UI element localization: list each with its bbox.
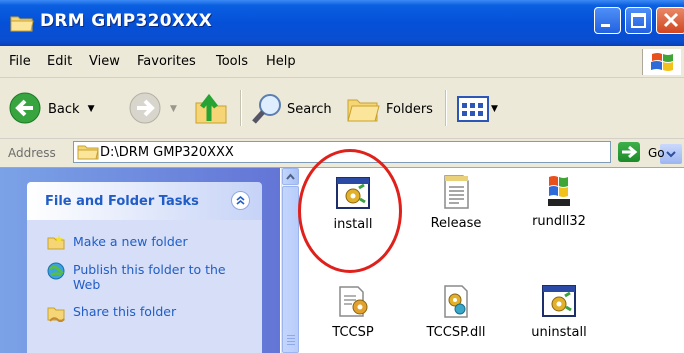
file-name: uninstall bbox=[531, 325, 587, 340]
new-folder-icon bbox=[47, 235, 65, 250]
chevron-up-icon bbox=[286, 173, 295, 180]
tasks-title: File and Folder Tasks bbox=[45, 194, 199, 209]
file-item-tccsp[interactable]: TCCSP bbox=[308, 283, 398, 340]
explorer-window: DRM GMP320XXX File Edit View Favorites T… bbox=[0, 0, 684, 353]
collapse-tasks-button[interactable] bbox=[231, 191, 250, 210]
window-title: DRM GMP320XXX bbox=[40, 11, 213, 31]
task-label: Publish this folder to the Web bbox=[73, 262, 226, 292]
file-item-rundll32[interactable]: rundll32 bbox=[514, 172, 604, 229]
title-bar[interactable]: DRM GMP320XXX bbox=[0, 0, 684, 46]
views-button[interactable]: ▼ bbox=[457, 95, 498, 123]
grip-line bbox=[287, 344, 295, 345]
address-value: D:\DRM GMP320XXX bbox=[100, 145, 234, 160]
back-button[interactable]: Back ▼ bbox=[8, 91, 94, 127]
tasks-header[interactable]: File and Folder Tasks bbox=[27, 182, 262, 220]
folder-icon bbox=[10, 16, 34, 32]
task-label: Share this folder bbox=[73, 304, 177, 319]
windows-flag-logo bbox=[642, 49, 681, 75]
forward-dropdown-arrow-icon[interactable]: ▼ bbox=[170, 104, 177, 114]
menu-view[interactable]: View bbox=[89, 54, 120, 69]
tasks-body: Make a new folder Publish this folder to… bbox=[27, 220, 262, 353]
toolbar-separator bbox=[240, 90, 242, 126]
up-folder-button[interactable] bbox=[193, 91, 231, 127]
menu-tools[interactable]: Tools bbox=[216, 54, 248, 69]
search-button[interactable]: Search bbox=[251, 91, 332, 127]
close-button[interactable] bbox=[656, 7, 684, 34]
double-chevron-up-icon bbox=[236, 195, 245, 205]
menu-help[interactable]: Help bbox=[266, 54, 296, 69]
task-share-folder[interactable]: Share this folder bbox=[47, 304, 176, 322]
search-label: Search bbox=[287, 101, 332, 117]
menu-edit[interactable]: Edit bbox=[47, 54, 72, 69]
scroll-up-button[interactable] bbox=[282, 168, 299, 185]
task-label: Make a new folder bbox=[73, 234, 188, 249]
go-arrow-icon bbox=[622, 145, 638, 159]
task-make-new-folder[interactable]: Make a new folder bbox=[47, 234, 188, 250]
folders-label: Folders bbox=[386, 101, 433, 117]
file-name: rundll32 bbox=[532, 214, 586, 229]
menu-bar: File Edit View Favorites Tools Help bbox=[0, 46, 684, 78]
grip-line bbox=[287, 335, 295, 336]
menu-favorites[interactable]: Favorites bbox=[137, 54, 196, 69]
search-icon bbox=[252, 94, 281, 124]
go-button[interactable] bbox=[618, 142, 640, 162]
grip-line bbox=[287, 341, 295, 342]
task-pane: File and Folder Tasks Make a new folder bbox=[0, 168, 280, 353]
go-label[interactable]: Go bbox=[648, 146, 665, 160]
dll-file-icon bbox=[444, 285, 468, 318]
forward-button[interactable]: ▼ bbox=[128, 91, 177, 127]
minimize-button[interactable] bbox=[594, 7, 621, 34]
minimize-icon bbox=[601, 24, 610, 27]
file-name: TCCSP.dll bbox=[426, 325, 486, 340]
file-name: Release bbox=[430, 216, 482, 231]
back-label: Back bbox=[48, 101, 80, 117]
task-publish-folder[interactable]: Publish this folder to the Web bbox=[47, 262, 233, 292]
vertical-scrollbar[interactable] bbox=[281, 168, 299, 353]
windows-logo-icon bbox=[548, 176, 570, 206]
share-folder-icon bbox=[47, 307, 65, 322]
grip-line bbox=[287, 338, 295, 339]
file-item-release[interactable]: Release bbox=[411, 174, 501, 231]
file-item-tccsp-dll[interactable]: TCCSP.dll bbox=[411, 283, 501, 340]
scroll-thumb[interactable] bbox=[282, 186, 299, 353]
config-document-icon bbox=[339, 286, 368, 317]
folder-icon bbox=[77, 145, 99, 160]
menu-file[interactable]: File bbox=[9, 54, 31, 69]
views-icon bbox=[457, 96, 489, 122]
folders-icon bbox=[347, 99, 380, 122]
back-dropdown-arrow-icon[interactable]: ▼ bbox=[88, 104, 95, 114]
toolbar: Back ▼ ▼ Search Folders ▼ bbox=[0, 78, 684, 139]
publish-web-icon bbox=[47, 262, 65, 280]
maximize-button[interactable] bbox=[625, 7, 652, 34]
highlight-circle bbox=[298, 149, 402, 273]
views-dropdown-arrow-icon[interactable]: ▼ bbox=[491, 104, 498, 114]
toolbar-separator bbox=[445, 90, 447, 126]
close-icon bbox=[663, 12, 679, 28]
forward-arrow-icon bbox=[129, 92, 161, 124]
file-item-uninstall[interactable]: uninstall bbox=[514, 283, 604, 340]
address-label: Address bbox=[8, 146, 56, 160]
text-document-icon bbox=[444, 175, 469, 209]
up-folder-icon bbox=[195, 93, 227, 124]
windows-flag-icon bbox=[651, 53, 673, 71]
file-name: TCCSP bbox=[332, 325, 374, 340]
folders-button[interactable]: Folders bbox=[346, 91, 433, 127]
setup-application-icon bbox=[542, 285, 576, 317]
back-arrow-icon bbox=[9, 92, 41, 124]
maximize-icon bbox=[631, 13, 646, 28]
